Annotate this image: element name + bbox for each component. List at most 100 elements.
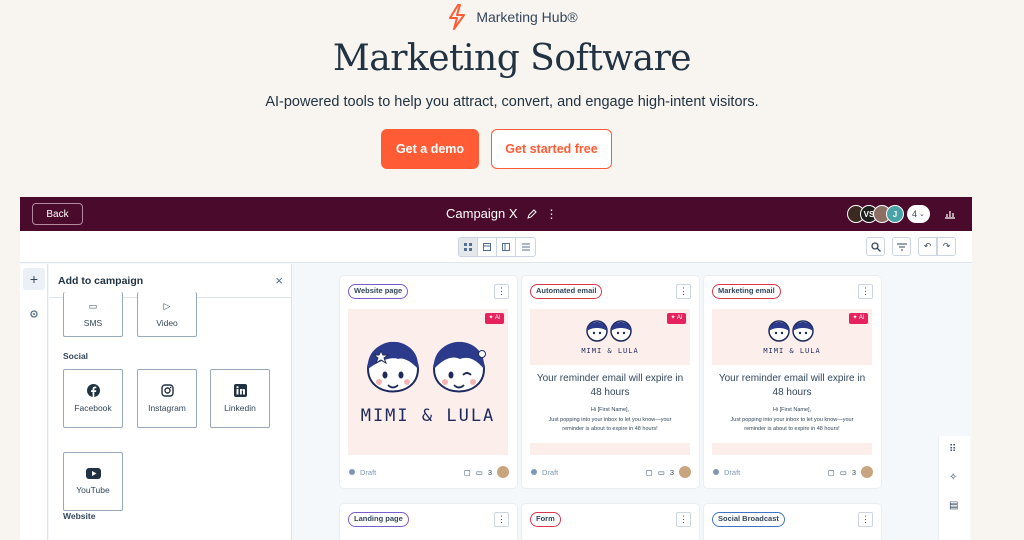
ai-badge[interactable]: ✦ AI (849, 313, 868, 324)
status-dot (531, 469, 537, 475)
collaborator-count[interactable]: 4 ⌄ (907, 205, 930, 223)
grid-view-icon[interactable] (459, 238, 478, 256)
comment-count: 3 (487, 467, 492, 477)
analytics-icon[interactable] (944, 207, 956, 219)
drag-handle-icon[interactable]: ⠿ (949, 444, 956, 455)
collaborator-avatars[interactable]: VS J 4 ⌄ (847, 205, 930, 223)
owner-avatar[interactable] (497, 466, 509, 478)
email-text: Just popping into your inbox to let you … (548, 417, 672, 432)
tile-label: Video (156, 317, 178, 328)
page-title: Marketing Software (332, 38, 692, 79)
more-options-icon[interactable]: ⋮ (858, 284, 873, 299)
tile-label: SMS (83, 317, 103, 328)
card-type-badge: Automated email (530, 284, 603, 299)
tile-label: Linkedin (224, 403, 256, 413)
close-icon[interactable]: × (275, 273, 283, 288)
redo-icon[interactable]: ↷ (937, 237, 956, 256)
card-thumbnail: MIMI & LULA ✦ AI Your reminder email wil… (712, 309, 872, 455)
comments-icon[interactable]: ▭ (840, 468, 847, 477)
sprocket-logo-icon (449, 4, 466, 30)
card-footer: Draft ▢ ▭ 3 (349, 466, 509, 478)
more-options-icon[interactable]: ⋮ (858, 512, 873, 527)
sparkle-icon[interactable]: ✧ (949, 472, 957, 483)
content-card-social-broadcast[interactable]: Social Broadcast ⋮ (704, 504, 881, 540)
content-card-automated-email[interactable]: Automated email ⋮ MIMI & LULA ✦ AI Your … (522, 276, 699, 488)
chat-icon[interactable]: ▤ (949, 500, 958, 511)
youtube-icon (85, 468, 101, 479)
add-sms-tile[interactable]: ▭ SMS (63, 292, 123, 337)
card-type-badge: Landing page (348, 512, 409, 527)
content-card-website-page[interactable]: Website page ⋮ MIMI & LULA ✦ AI Draft ▢ … (340, 276, 517, 488)
ai-badge[interactable]: ✦ AI (667, 313, 686, 324)
view-toolbar: ↶ ↷ (20, 231, 972, 263)
cta-row: Get a demo Get started free (381, 129, 612, 169)
mimi-lula-logo: MIMI & LULA (581, 320, 638, 355)
comments-icon[interactable]: ▭ (658, 468, 665, 477)
filter-icon[interactable] (892, 237, 911, 256)
content-card-landing-page[interactable]: Landing page ⋮ (340, 504, 517, 540)
social-section-label: Social (63, 351, 89, 361)
back-button[interactable]: Back (32, 203, 83, 225)
collaborator-count-value: 4 (912, 209, 918, 219)
email-headline: Your reminder email will expire in 48 ho… (718, 373, 866, 398)
more-options-icon[interactable]: ⋮ (676, 512, 691, 527)
gear-icon[interactable] (29, 309, 39, 319)
calendar-view-icon[interactable] (478, 238, 497, 256)
notes-icon[interactable]: ▢ (464, 468, 471, 477)
email-greeting: Hi [First Name], (590, 407, 630, 413)
board-view-icon[interactable] (497, 238, 516, 256)
notes-icon[interactable]: ▢ (828, 468, 835, 477)
pencil-icon[interactable] (526, 209, 537, 219)
list-view-icon[interactable] (516, 238, 535, 256)
content-card-marketing-email[interactable]: Marketing email ⋮ MIMI & LULA ✦ AI Your … (704, 276, 881, 488)
more-options-icon[interactable]: ⋮ (494, 284, 509, 299)
ai-badge[interactable]: ✦ AI (485, 313, 504, 324)
owner-avatar[interactable] (861, 466, 873, 478)
card-thumbnail: MIMI & LULA ✦ AI (348, 309, 508, 455)
add-video-tile[interactable]: ▷ Video (137, 292, 197, 337)
brand-header: Marketing Hub® (0, 4, 1024, 30)
facebook-icon (86, 384, 100, 397)
notes-icon[interactable]: ▢ (646, 468, 653, 477)
linkedin-icon (233, 384, 247, 397)
content-card-form[interactable]: Form ⋮ (522, 504, 699, 540)
more-options-icon[interactable]: ⋮ (494, 512, 509, 527)
comments-icon[interactable]: ▭ (476, 468, 483, 477)
add-linkedin-tile[interactable]: Linkedin (210, 369, 270, 428)
mimi-lula-illustration: MIMI & LULA (361, 341, 496, 426)
email-text: Just popping into your inbox to let you … (730, 417, 854, 432)
card-footer: Draft ▢ ▭ 3 (713, 466, 873, 478)
website-section-label: Website (63, 511, 96, 521)
more-options-icon[interactable]: ⋮ (676, 284, 691, 299)
add-youtube-tile[interactable]: YouTube (63, 452, 123, 511)
mimi-lula-logo: MIMI & LULA (763, 320, 820, 355)
owner-avatar[interactable] (679, 466, 691, 478)
status-text: Draft (360, 467, 377, 477)
status-text: Draft (542, 467, 559, 477)
brand-name: Marketing Hub® (476, 9, 578, 25)
card-type-badge: Form (530, 512, 561, 527)
page-subtitle: AI-powered tools to help you attract, co… (265, 94, 759, 110)
add-icon[interactable]: + (23, 268, 45, 290)
email-headline: Your reminder email will expire in 48 ho… (536, 373, 684, 398)
add-facebook-tile[interactable]: Facebook (63, 369, 123, 428)
email-greeting: Hi [First Name], (772, 407, 812, 413)
get-started-free-button[interactable]: Get started free (491, 129, 612, 169)
comment-count: 3 (851, 467, 856, 477)
get-demo-button[interactable]: Get a demo (381, 129, 479, 169)
add-to-campaign-panel: Add to campaign × ▭ SMS ▷ Video Social F… (49, 264, 292, 540)
campaign-title-group: Campaign X ⋮ (446, 197, 558, 231)
chevron-down-icon: ⌄ (919, 211, 925, 218)
brand-wordmark: MIMI & LULA (763, 347, 820, 355)
undo-icon[interactable]: ↶ (918, 237, 937, 256)
avatar: J (886, 205, 904, 223)
email-preview: Your reminder email will expire in 48 ho… (712, 365, 872, 443)
search-icon[interactable] (866, 237, 885, 256)
more-options-icon[interactable]: ⋮ (546, 197, 558, 231)
card-footer-actions: ▢ ▭ 3 (646, 466, 691, 478)
view-switcher (458, 237, 536, 257)
add-instagram-tile[interactable]: Instagram (137, 369, 197, 428)
brand-wordmark: MIMI & LULA (361, 406, 496, 426)
sms-icon: ▭ (88, 300, 98, 311)
campaign-app-window: Back Campaign X ⋮ VS J 4 ⌄ ↶ ↷ + Add to … (20, 197, 972, 540)
